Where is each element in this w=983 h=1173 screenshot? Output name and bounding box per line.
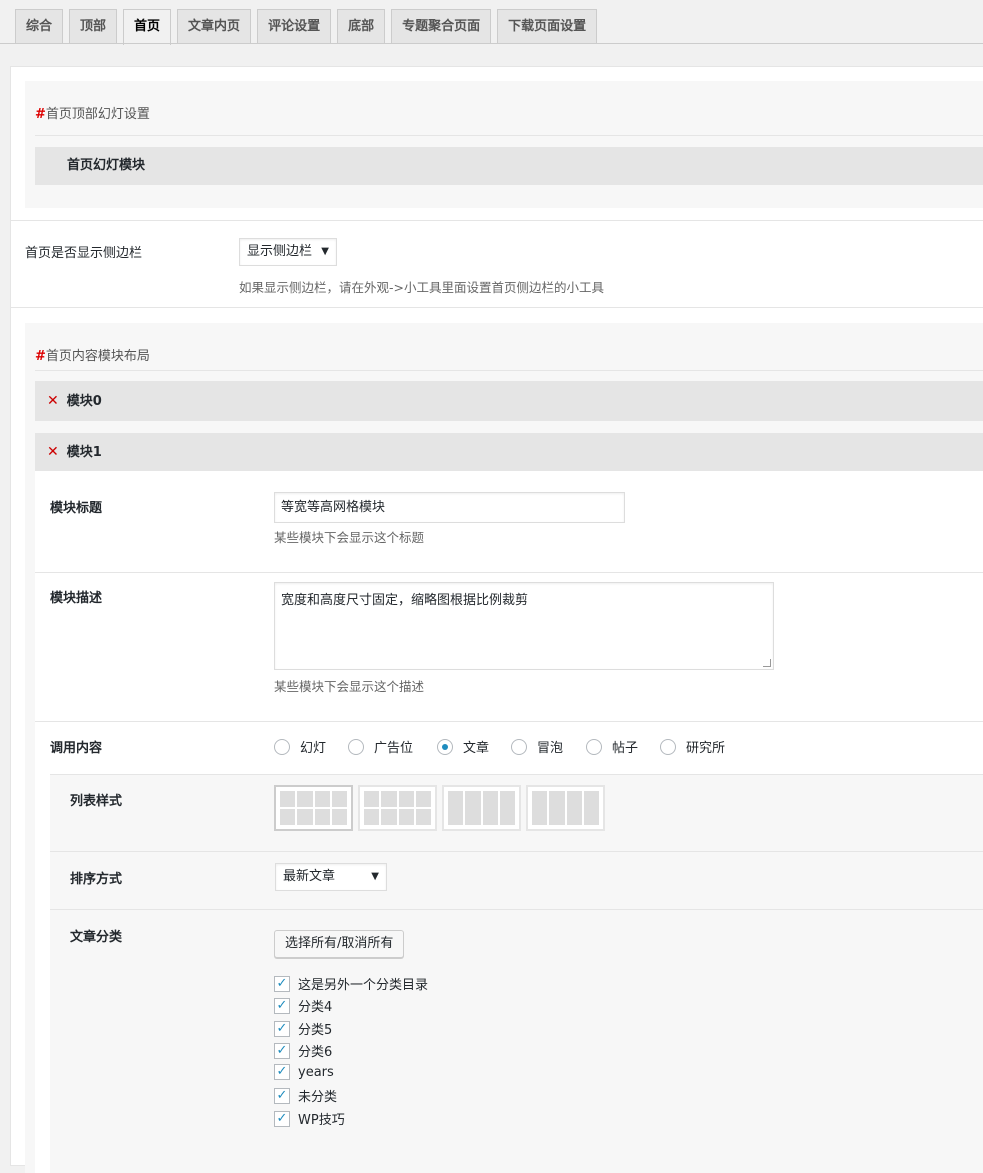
radio-circle[interactable] <box>660 738 676 755</box>
category-checkbox[interactable]: ✓ 未分类 <box>274 1086 337 1105</box>
close-icon[interactable]: ✕ <box>47 393 59 409</box>
divider <box>35 572 983 573</box>
tab-download[interactable]: 下载页面设置 <box>497 9 598 44</box>
divider <box>35 721 983 722</box>
checkmark-icon[interactable]: ✓ <box>274 1020 290 1037</box>
resize-handle[interactable] <box>763 659 771 667</box>
tab-home[interactable]: 首页 <box>123 9 172 45</box>
category-checkbox[interactable]: ✓ 分类6 <box>274 1041 332 1060</box>
layout-section-heading: #首页内容模块布局 <box>35 349 150 364</box>
settings-panel: #首页顶部幻灯设置 首页幻灯模块 首页是否显示侧边栏 显示侧边栏 ▼ 如果显示侧边… <box>10 66 983 1173</box>
slider-section-heading: #首页顶部幻灯设置 <box>35 107 150 122</box>
module-1-body: 模块标题 等宽等高网格模块 某些模块下会显示这个标题 模块描述 宽度和高度尺寸固… <box>35 471 983 1173</box>
radio-circle[interactable] <box>274 738 290 755</box>
list-style-list-option[interactable] <box>442 785 521 831</box>
settings-tabs: 综合 顶部 首页 文章内页 评论设置 底部 专题聚合页面 下载页面设置 <box>15 9 603 45</box>
checkmark-icon[interactable]: ✓ <box>274 997 290 1014</box>
divider <box>50 851 983 852</box>
layout-section-title: 首页内容模块布局 <box>45 349 150 364</box>
close-icon[interactable]: ✕ <box>47 444 59 460</box>
radio-ad[interactable]: 广告位 <box>348 737 413 756</box>
module-desc-label: 模块描述 <box>50 591 103 606</box>
category-checkbox[interactable]: ✓ 分类5 <box>274 1019 332 1038</box>
list-style-mixed-option[interactable] <box>358 785 437 831</box>
checkmark-icon[interactable]: ✓ <box>274 1110 290 1127</box>
divider <box>35 135 983 136</box>
list-style-grid-option[interactable] <box>274 785 353 831</box>
tab-header[interactable]: 顶部 <box>69 9 118 44</box>
module-title-description: 某些模块下会显示这个标题 <box>274 530 425 545</box>
radio-research[interactable]: 研究所 <box>660 737 725 756</box>
radio-post[interactable]: 帖子 <box>586 737 638 756</box>
order-select[interactable]: 最新文章 ▼ <box>275 863 387 891</box>
checkmark-icon[interactable]: ✓ <box>274 1064 290 1080</box>
checkmark-icon[interactable]: ✓ <box>274 1087 290 1104</box>
sidebar-description: 如果显示侧边栏，请在外观->小工具里面设置首页侧边栏的小工具 <box>239 280 604 295</box>
radio-slider[interactable]: 幻灯 <box>274 737 326 756</box>
chevron-down-icon: ▼ <box>321 246 329 257</box>
category-checkbox[interactable]: ✓ 这是另外一个分类目录 <box>274 974 428 993</box>
chevron-down-icon: ▼ <box>371 871 379 882</box>
radio-circle[interactable] <box>348 738 364 755</box>
module-title-label: 模块标题 <box>50 501 103 516</box>
slider-module-bar[interactable]: 首页幻灯模块 <box>35 147 983 185</box>
module-title-input[interactable]: 等宽等高网格模块 <box>274 492 625 523</box>
checkmark-icon[interactable]: ✓ <box>274 1042 290 1059</box>
tab-comments[interactable]: 评论设置 <box>257 9 332 44</box>
divider <box>11 307 983 308</box>
checkmark-icon[interactable]: ✓ <box>274 975 290 992</box>
divider <box>35 370 983 371</box>
select-all-button[interactable]: 选择所有/取消所有 <box>274 930 405 958</box>
layout-section: #首页内容模块布局 ✕ 模块0 ✕ 模块1 模块标题 等宽等高网格模块 某些模块下会… <box>25 323 983 1173</box>
tab-divider <box>0 43 983 44</box>
radio-circle[interactable] <box>586 738 602 755</box>
tab-footer[interactable]: 底部 <box>337 9 386 44</box>
category-checkbox[interactable]: ✓ WP技巧 <box>274 1109 345 1128</box>
slider-section-title: 首页顶部幻灯设置 <box>45 107 150 122</box>
divider <box>11 220 983 221</box>
radio-circle[interactable] <box>511 738 527 755</box>
divider <box>50 774 983 775</box>
slider-section: #首页顶部幻灯设置 首页幻灯模块 <box>25 81 983 208</box>
sidebar-select[interactable]: 显示侧边栏 ▼ <box>239 238 337 266</box>
radio-circle-selected[interactable] <box>437 738 453 755</box>
list-style-label: 列表样式 <box>70 794 123 809</box>
category-checkbox[interactable]: ✓ years <box>274 1064 334 1080</box>
module-desc-textarea[interactable]: 宽度和高度尺寸固定，缩略图根据比例裁剪 <box>274 582 774 670</box>
tab-general[interactable]: 综合 <box>15 9 64 44</box>
category-label: 文章分类 <box>70 930 123 945</box>
order-label: 排序方式 <box>70 872 123 887</box>
radio-bubble[interactable]: 冒泡 <box>511 737 563 756</box>
module-desc-description: 某些模块下会显示这个描述 <box>274 679 425 694</box>
radio-article[interactable]: 文章 <box>437 737 489 756</box>
module-1-bar[interactable]: ✕ 模块1 <box>35 433 983 471</box>
divider <box>50 909 983 910</box>
tab-post-page[interactable]: 文章内页 <box>177 9 252 44</box>
list-style-wide-option[interactable] <box>526 785 605 831</box>
tab-topics[interactable]: 专题聚合页面 <box>391 9 492 44</box>
sidebar-label: 首页是否显示侧边栏 <box>25 246 143 261</box>
category-checkbox[interactable]: ✓ 分类4 <box>274 996 332 1015</box>
content-type-label: 调用内容 <box>50 741 103 756</box>
article-options: 列表样式 排序方式 最新文章 ▼ 文章分类 选择所有/取消所有 ✓ 这是另外一个分类… <box>50 774 983 1173</box>
module-0-bar[interactable]: ✕ 模块0 <box>35 381 983 421</box>
